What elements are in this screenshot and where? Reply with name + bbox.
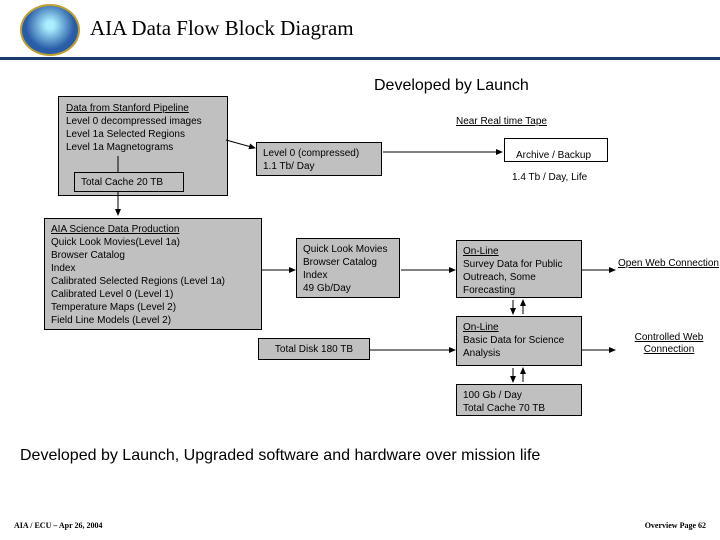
nrt-tape-label: Near Real time Tape	[456, 116, 547, 128]
cache70-l2: Total Cache 70 TB	[463, 402, 575, 415]
online-survey-body: Survey Data for Public Outreach, Some Fo…	[463, 258, 575, 297]
level0-line2: 1.1 Tb/ Day	[263, 160, 375, 173]
total-disk-box: Total Disk 180 TB	[258, 338, 370, 360]
stanford-line: Level 0 decompressed images	[66, 115, 222, 128]
science-box: AIA Science Data Production Quick Look M…	[44, 218, 262, 330]
science-line: Calibrated Level 0 (Level 1)	[51, 288, 255, 301]
total-disk-label: Total Disk 180 TB	[275, 343, 353, 356]
stanford-box: Data from Stanford Pipeline Level 0 deco…	[60, 98, 228, 156]
online-basic-box: On-Line Basic Data for Science Analysis	[456, 316, 582, 366]
science-line: Index	[51, 262, 255, 275]
qlm-box: Quick Look Movies Browser Catalog Index …	[296, 238, 400, 298]
science-line: Quick Look Movies(Level 1a)	[51, 236, 255, 249]
footer-left: AIA / ECU – Apr 26, 2004	[14, 521, 103, 530]
total-cache-label: Total Cache 20 TB	[81, 176, 163, 189]
page-title: AIA Data Flow Block Diagram	[90, 16, 354, 41]
science-line: Browser Catalog	[51, 249, 255, 262]
stanford-line: Level 1a Selected Regions	[66, 128, 222, 141]
science-title: AIA Science Data Production	[51, 223, 255, 236]
developed-by-launch-label: Developed by Launch	[374, 76, 529, 95]
level0-line1: Level 0 (compressed)	[263, 147, 375, 160]
level0-box: Level 0 (compressed) 1.1 Tb/ Day	[256, 142, 382, 176]
science-line: Field Line Models (Level 2)	[51, 314, 255, 327]
open-web-label: Open Web Connection	[618, 258, 719, 270]
header: AIA Data Flow Block Diagram	[0, 0, 720, 60]
science-line: Temperature Maps (Level 2)	[51, 301, 255, 314]
science-line: Calibrated Selected Regions (Level 1a)	[51, 275, 255, 288]
controlled-web-label: Controlled Web Connection	[624, 332, 714, 356]
bottom-label: Developed by Launch, Upgraded software a…	[20, 446, 540, 465]
qlm-line: Index	[303, 269, 393, 282]
archive-frame	[504, 138, 608, 162]
online-survey-title: On-Line	[463, 245, 575, 258]
qlm-line: Quick Look Movies	[303, 243, 393, 256]
online-basic-title: On-Line	[463, 321, 575, 334]
diagram-canvas: Developed by Launch Data from Stanford P…	[0, 60, 720, 480]
online-survey-box: On-Line Survey Data for Public Outreach,…	[456, 240, 582, 298]
qlm-line: Browser Catalog	[303, 256, 393, 269]
stanford-line: Level 1a Magnetograms	[66, 141, 222, 154]
stanford-title: Data from Stanford Pipeline	[66, 102, 222, 115]
tape-rate-label: 1.4 Tb / Day, Life	[512, 172, 587, 184]
total-cache-box: Total Cache 20 TB	[74, 172, 184, 192]
footer-right: Overview Page 62	[645, 521, 706, 530]
qlm-line: 49 Gb/Day	[303, 282, 393, 295]
online-basic-body: Basic Data for Science Analysis	[463, 334, 575, 360]
cache70-box: 100 Gb / Day Total Cache 70 TB	[456, 384, 582, 416]
logo-emblem	[20, 4, 80, 56]
cache70-l1: 100 Gb / Day	[463, 389, 575, 402]
